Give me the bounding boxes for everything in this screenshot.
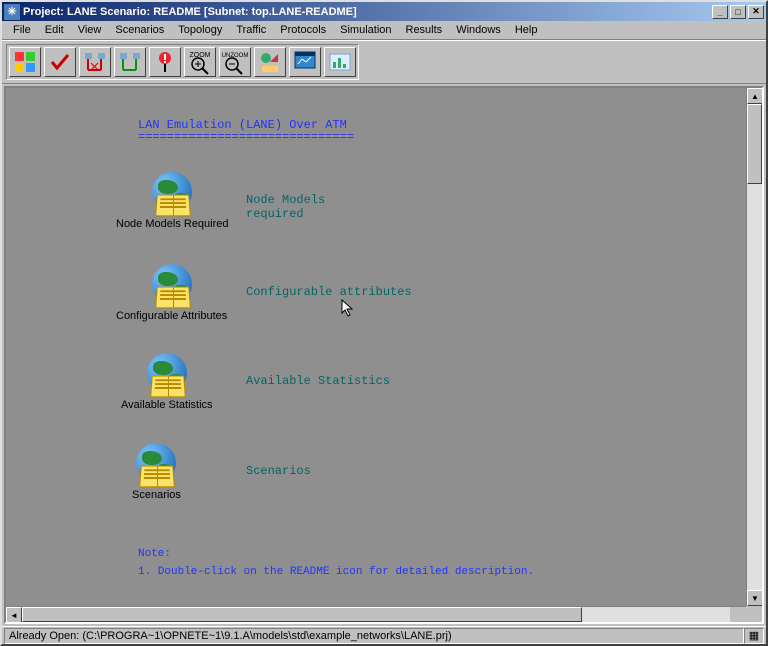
- note-head: Note:: [138, 548, 171, 560]
- workspace: LAN Emulation (LANE) Over ATM ==========…: [4, 86, 764, 624]
- desk-label-node-models: Node Models required: [246, 193, 325, 221]
- readme-available-statistics[interactable]: Available Statistics: [121, 353, 213, 411]
- desk-label-scenarios: Scenarios: [246, 464, 311, 478]
- minimize-button[interactable]: _: [712, 5, 728, 19]
- menu-results[interactable]: Results: [399, 22, 450, 38]
- run-sim-icon[interactable]: [254, 47, 286, 77]
- readme-configurable-attributes[interactable]: Configurable Attributes: [116, 264, 227, 322]
- icon-label: Scenarios: [132, 489, 181, 501]
- close-button[interactable]: ✕: [748, 5, 764, 19]
- readme-icon: [148, 264, 196, 308]
- app-window: ✳ Project: LANE Scenario: README [Subnet…: [0, 0, 768, 646]
- app-icon: ✳: [4, 4, 20, 20]
- menu-edit[interactable]: Edit: [38, 22, 71, 38]
- horizontal-scrollbar[interactable]: ◄ ►: [6, 606, 746, 622]
- fail-links-icon[interactable]: [79, 47, 111, 77]
- menu-help[interactable]: Help: [508, 22, 545, 38]
- scroll-thumb[interactable]: [22, 607, 582, 622]
- fail-node-icon[interactable]: [149, 47, 181, 77]
- menu-topology[interactable]: Topology: [171, 22, 229, 38]
- window-title: Project: LANE Scenario: README [Subnet: …: [23, 6, 710, 18]
- toolbar-row: ZOOM UNZOOM: [6, 44, 359, 80]
- desk-label-configurable-attributes: Configurable attributes: [246, 285, 412, 299]
- scroll-down-button[interactable]: ▼: [747, 590, 762, 606]
- canvas-wrap: LAN Emulation (LANE) Over ATM ==========…: [6, 88, 762, 622]
- scroll-corner: [746, 606, 762, 622]
- maximize-button[interactable]: □: [730, 5, 746, 19]
- status-bar: Already Open: (C:\PROGRA~1\OPNETE~1\9.1.…: [2, 626, 766, 644]
- doc-heading-underline: ==============================: [138, 130, 354, 144]
- vertical-scrollbar[interactable]: ▲ ▼: [746, 88, 762, 606]
- zoom-in-icon[interactable]: ZOOM: [184, 47, 216, 77]
- menu-windows[interactable]: Windows: [449, 22, 508, 38]
- mouse-cursor-icon: [341, 299, 357, 324]
- readme-icon: [143, 353, 191, 397]
- note-body: 1. Double-click on the README icon for d…: [138, 566, 534, 578]
- view-results-icon[interactable]: [289, 47, 321, 77]
- readme-node-models[interactable]: Node Models Required: [116, 172, 229, 230]
- recover-links-icon[interactable]: [114, 47, 146, 77]
- icon-label: Available Statistics: [121, 399, 213, 411]
- status-grip-icon: ▦: [744, 628, 764, 644]
- toolbar: ZOOM UNZOOM: [2, 40, 766, 84]
- stats-icon[interactable]: [324, 47, 356, 77]
- menu-scenarios[interactable]: Scenarios: [108, 22, 171, 38]
- menu-view[interactable]: View: [71, 22, 109, 38]
- menu-bar: File Edit View Scenarios Topology Traffi…: [2, 21, 766, 40]
- canvas[interactable]: LAN Emulation (LANE) Over ATM ==========…: [6, 88, 746, 606]
- icon-label: Node Models Required: [116, 218, 229, 230]
- check-icon[interactable]: [44, 47, 76, 77]
- title-bar[interactable]: ✳ Project: LANE Scenario: README [Subnet…: [2, 2, 766, 21]
- scroll-left-button[interactable]: ◄: [6, 607, 22, 622]
- status-text: Already Open: (C:\PROGRA~1\OPNETE~1\9.1.…: [4, 628, 744, 644]
- window-controls: _ □ ✕: [710, 5, 764, 19]
- menu-protocols[interactable]: Protocols: [273, 22, 333, 38]
- palette-icon[interactable]: [9, 47, 41, 77]
- zoom-out-icon[interactable]: UNZOOM: [219, 47, 251, 77]
- readme-icon: [148, 172, 196, 216]
- scroll-up-button[interactable]: ▲: [747, 88, 762, 104]
- menu-simulation[interactable]: Simulation: [333, 22, 398, 38]
- desk-label-available-statistics: Available Statistics: [246, 374, 390, 388]
- menu-file[interactable]: File: [6, 22, 38, 38]
- icon-label: Configurable Attributes: [116, 310, 227, 322]
- scroll-thumb[interactable]: [747, 104, 762, 184]
- menu-traffic[interactable]: Traffic: [229, 22, 273, 38]
- readme-scenarios[interactable]: Scenarios: [132, 443, 181, 501]
- readme-icon: [132, 443, 180, 487]
